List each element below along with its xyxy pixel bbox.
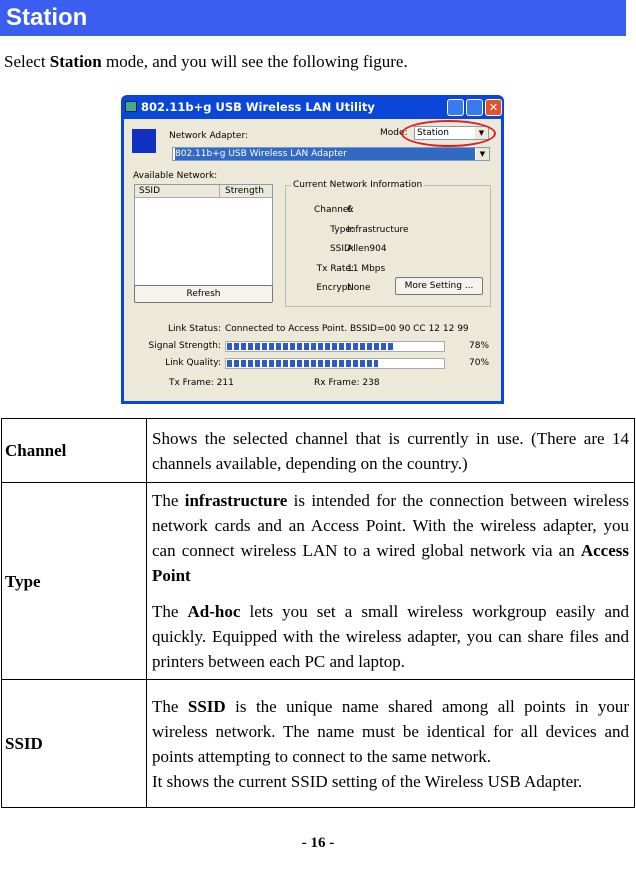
- intro-pre: Select: [4, 52, 50, 71]
- minimize-button[interactable]: [447, 99, 464, 116]
- rx-frame-value: 238: [362, 378, 380, 388]
- tx-rate-label: Tx Rate:: [316, 263, 354, 274]
- table-row: Type The infrastructure is intended for …: [1, 482, 635, 680]
- row-key-channel: Channel: [1, 418, 147, 483]
- tx-frame-label: Tx Frame:: [169, 378, 214, 388]
- column-strength[interactable]: Strength: [220, 185, 264, 197]
- type-value: Infrastructure: [347, 224, 409, 235]
- rx-frame-label: Rx Frame:: [314, 378, 360, 388]
- more-setting-button[interactable]: More Setting ...: [395, 277, 483, 295]
- window-client: Network Adapter: Mode: Station ▼ 802.11b+…: [124, 119, 501, 401]
- table-row: Channel Shows the selected channel that …: [1, 418, 635, 483]
- type-label: Type:: [330, 224, 354, 235]
- intro-bold: Station: [49, 52, 102, 71]
- link-status-value: Connected to Access Point. BSSID=00 90 C…: [225, 324, 469, 334]
- intro-post: mode, and you will see the following fig…: [101, 52, 408, 71]
- adapter-value: 802.11b+g USB Wireless LAN Adapter: [175, 148, 475, 160]
- close-button[interactable]: ✕: [485, 99, 502, 116]
- app-icon: [125, 101, 137, 112]
- signal-strength-percent: 78%: [469, 341, 490, 351]
- tx-frame-value: 211: [216, 378, 234, 388]
- link-quality-bar: [225, 358, 445, 369]
- link-status-label: Link Status:: [167, 324, 221, 334]
- intro-text: Select Station mode, and you will see th…: [4, 52, 408, 72]
- column-ssid[interactable]: SSID: [135, 185, 220, 197]
- signal-strength-fill: [227, 343, 396, 350]
- refresh-button[interactable]: Refresh: [134, 285, 273, 303]
- ssid-label: SSID:: [329, 244, 354, 254]
- title-bar: 802.11b+g USB Wireless LAN Utility ✕: [121, 95, 504, 119]
- available-network-label: Available Network:: [133, 171, 218, 181]
- page-number: - 16 -: [301, 835, 335, 851]
- channel-value: 6: [347, 205, 353, 215]
- link-quality-label: Link Quality:: [165, 358, 221, 368]
- table-row: SSID The SSID is the unique name shared …: [1, 679, 635, 808]
- row-key-ssid: SSID: [1, 679, 147, 808]
- link-quality-percent: 70%: [469, 358, 490, 368]
- info-labels: Channel: Type: SSID: Tx Rate: Encrypt:: [274, 201, 354, 299]
- ssid-value: Allen904: [347, 244, 387, 254]
- network-adapter-label: Network Adapter:: [169, 131, 249, 141]
- row-desc-type: The infrastructure is intended for the c…: [146, 482, 635, 680]
- window-title: 802.11b+g USB Wireless LAN Utility: [141, 100, 375, 114]
- link-quality-fill: [227, 360, 379, 367]
- signal-strength-bar: [225, 341, 445, 352]
- network-adapter-icon: [132, 129, 156, 153]
- maximize-button[interactable]: [466, 99, 483, 116]
- row-desc-ssid: The SSID is the unique name shared among…: [146, 679, 635, 808]
- highlight-ellipse: [401, 120, 496, 147]
- signal-strength-label: Signal Strength:: [148, 341, 221, 351]
- info-group-title: Current Network Information: [291, 180, 425, 190]
- adapter-select[interactable]: 802.11b+g USB Wireless LAN Adapter ▼: [172, 147, 490, 161]
- section-heading: Station: [0, 0, 626, 36]
- row-desc-channel: Shows the selected channel that is curre…: [152, 428, 629, 473]
- network-list[interactable]: SSID Strength: [134, 184, 273, 286]
- utility-window-screenshot: 802.11b+g USB Wireless LAN Utility ✕ Net…: [121, 95, 504, 404]
- row-key-type: Type: [1, 482, 147, 680]
- encrypt-label: Encrypt:: [316, 283, 354, 293]
- chevron-down-icon: ▼: [476, 148, 489, 160]
- settings-table: Channel Shows the selected channel that …: [1, 418, 635, 808]
- channel-label: Channel:: [314, 205, 354, 215]
